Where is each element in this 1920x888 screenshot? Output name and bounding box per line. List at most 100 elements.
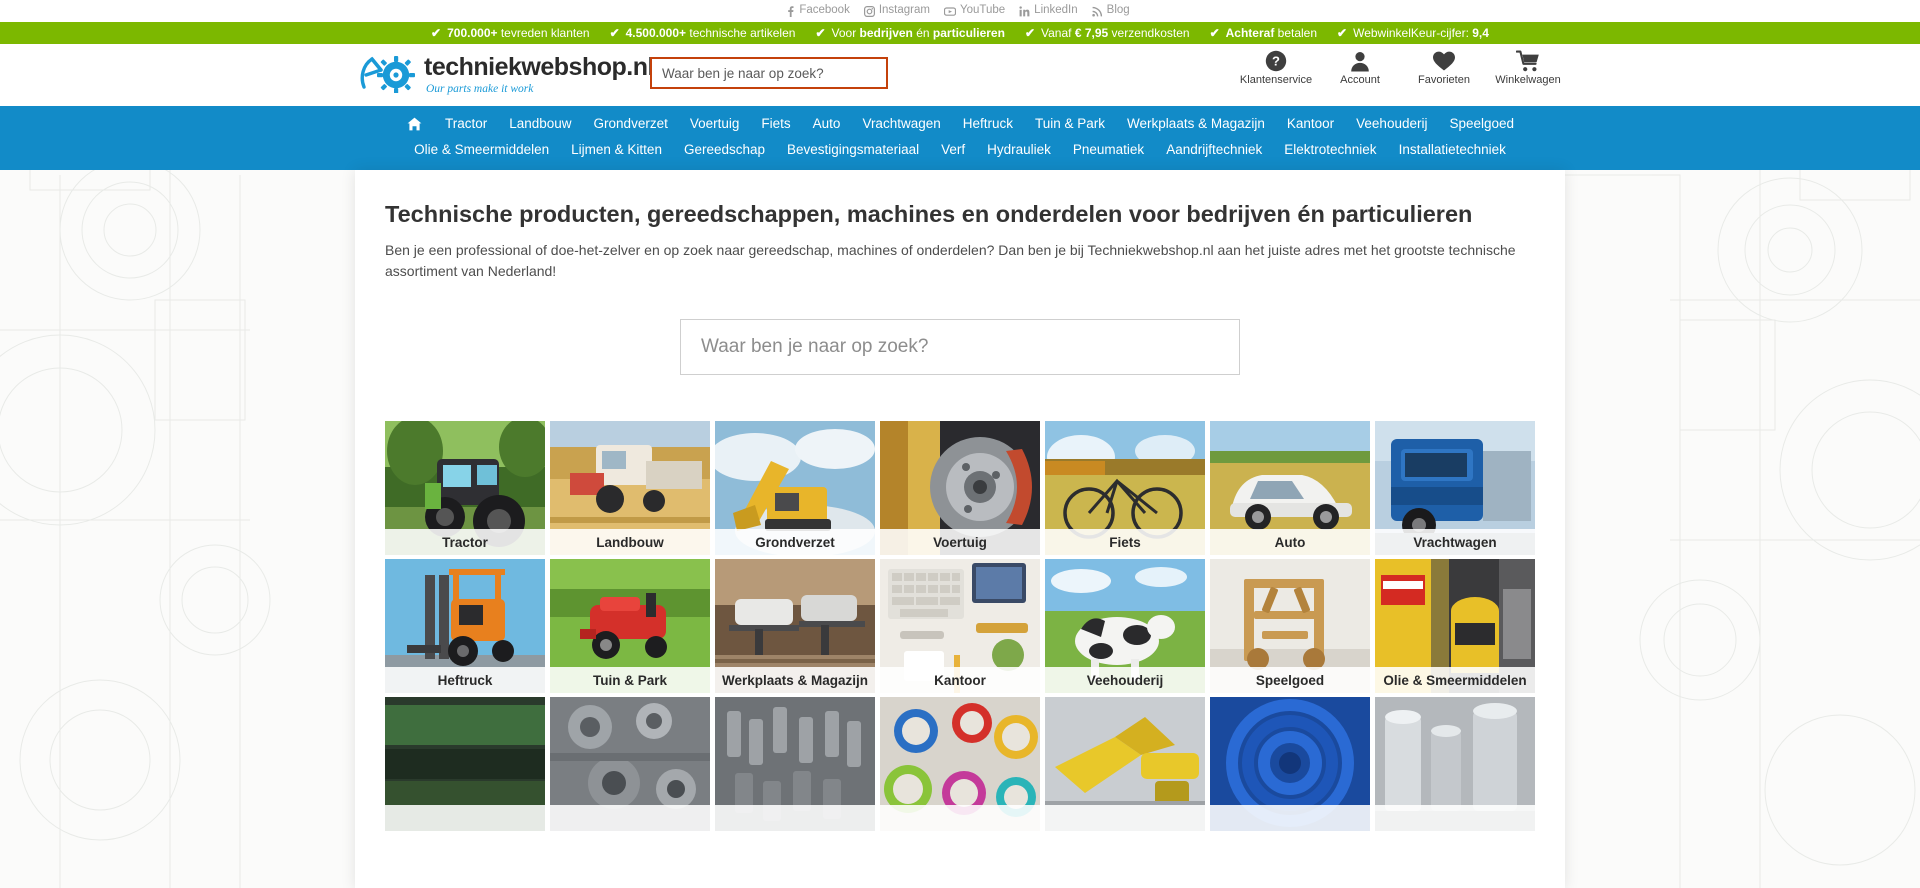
usp-item: ✔ Voor bedrijven én particulieren (815, 27, 1005, 39)
nav-row-secondary: Olie & Smeermiddelen Lijmen & Kitten Ger… (355, 137, 1565, 163)
category-tile-werkplaats-magazijn[interactable]: Werkplaats & Magazijn (715, 559, 875, 694)
category-tile-grondverzet[interactable]: Grondverzet (715, 421, 875, 556)
nav-item-aandrijftechniek[interactable]: Aandrijftechniek (1155, 137, 1273, 163)
nav-item-tractor[interactable]: Tractor (434, 111, 498, 137)
category-tile-heftruck[interactable]: Heftruck (385, 559, 545, 694)
category-tile-auto[interactable]: Auto (1210, 421, 1370, 556)
social-link-linkedin[interactable]: LinkedIn (1019, 4, 1078, 17)
nav-item-speelgoed[interactable]: Speelgoed (1438, 111, 1525, 137)
category-label (1210, 805, 1370, 832)
category-tile-vrachtwagen[interactable]: Vrachtwagen (1375, 421, 1535, 556)
nav-item-home[interactable] (395, 113, 434, 135)
usp-strong: € 7,95 (1074, 26, 1109, 40)
action-favorieten[interactable]: Favorieten (1412, 50, 1476, 86)
nav-item-heftruck[interactable]: Heftruck (952, 111, 1024, 137)
category-tile-row3-6[interactable] (1210, 697, 1370, 832)
nav-item-landbouw[interactable]: Landbouw (498, 111, 582, 137)
social-label: LinkedIn (1034, 4, 1078, 17)
category-label: Speelgoed (1210, 667, 1370, 694)
nav-item-kantoor[interactable]: Kantoor (1276, 111, 1345, 137)
social-bar: Facebook Instagram YouTube LinkedIn Blog (0, 0, 1920, 22)
category-tile-tractor[interactable]: Tractor (385, 421, 545, 556)
category-label: Vrachtwagen (1375, 529, 1535, 556)
facebook-icon (786, 5, 795, 17)
hero-search-wrap (385, 319, 1535, 376)
category-tile-row3-7[interactable] (1375, 697, 1535, 832)
category-tile-olie-smeermiddelen[interactable]: Olie & Smeermiddelen (1375, 559, 1535, 694)
nav-item-bevestigingsmateriaal[interactable]: Bevestigingsmateriaal (776, 137, 930, 163)
site-header: techniekwebshop.nl Our parts make it wor… (0, 44, 1920, 106)
category-tile-row3-2[interactable] (550, 697, 710, 832)
hero-search-box[interactable] (680, 319, 1240, 376)
hero-search-input[interactable] (701, 336, 1219, 359)
category-label: Veehouderij (1045, 667, 1205, 694)
nav-item-auto[interactable]: Auto (802, 111, 852, 137)
category-tile-landbouw[interactable]: Landbouw (550, 421, 710, 556)
usp-strong: 4.500.000+ (625, 26, 687, 40)
category-label (1375, 805, 1535, 832)
nav-item-verf[interactable]: Verf (930, 137, 976, 163)
category-tile-tuin-park[interactable]: Tuin & Park (550, 559, 710, 694)
social-label: YouTube (959, 4, 1006, 17)
category-label: Auto (1210, 529, 1370, 556)
header-search-box[interactable] (650, 57, 888, 89)
usp-mid: én (912, 26, 933, 40)
category-label (1045, 805, 1205, 832)
nav-item-voertuig[interactable]: Voertuig (679, 111, 751, 137)
nav-item-vrachtwagen[interactable]: Vrachtwagen (851, 111, 951, 137)
category-grid: Tractor Landbouw Grondverzet Voertuig Fi… (385, 421, 1535, 832)
social-link-instagram[interactable]: Instagram (863, 5, 930, 17)
usp-pre: WebwinkelKeur-cijfer: (1353, 26, 1473, 40)
nav-item-pneumatiek[interactable]: Pneumatiek (1062, 137, 1155, 163)
check-icon: ✔ (1024, 26, 1035, 40)
category-label: Voertuig (880, 529, 1040, 556)
social-link-youtube[interactable]: YouTube (943, 4, 1006, 17)
usp-item: ✔ Vanaf € 7,95 verzendkosten (1025, 27, 1190, 39)
user-icon (1349, 50, 1371, 72)
usp-rest: verzendkosten (1108, 26, 1190, 40)
action-winkelwagen[interactable]: Winkelwagen (1495, 50, 1561, 86)
category-tile-row3-4[interactable] (880, 697, 1040, 832)
action-account[interactable]: Account (1328, 50, 1392, 86)
site-logo[interactable]: techniekwebshop.nl Our parts make it wor… (360, 53, 654, 98)
nav-item-tuin-park[interactable]: Tuin & Park (1024, 111, 1116, 137)
nav-item-grondverzet[interactable]: Grondverzet (583, 111, 679, 137)
category-tile-row3-3[interactable] (715, 697, 875, 832)
category-tile-veehouderij[interactable]: Veehouderij (1045, 559, 1205, 694)
category-label (880, 805, 1040, 832)
action-klantenservice[interactable]: ? Klantenservice (1240, 50, 1312, 86)
header-actions: ? Klantenservice Account Favorieten Wink… (1240, 50, 1561, 86)
nav-item-lijmen-kitten[interactable]: Lijmen & Kitten (560, 137, 673, 163)
question-circle-icon: ? (1265, 50, 1287, 72)
category-tile-fiets[interactable]: Fiets (1045, 421, 1205, 556)
category-tile-row3-5[interactable] (1045, 697, 1205, 832)
category-tile-speelgoed[interactable]: Speelgoed (1210, 559, 1370, 694)
header-search-input[interactable] (662, 65, 876, 81)
nav-item-elektrotechniek[interactable]: Elektrotechniek (1273, 137, 1387, 163)
logo-name: techniekwebshop.nl (424, 53, 654, 81)
usp-rest: technische artikelen (686, 26, 796, 40)
usp-item: ✔ Achteraf betalen (1210, 27, 1317, 39)
category-tile-kantoor[interactable]: Kantoor (880, 559, 1040, 694)
nav-item-olie-smeermiddelen[interactable]: Olie & Smeermiddelen (403, 137, 560, 163)
usp-strong: 700.000+ (447, 26, 498, 40)
nav-item-werkplaats-magazijn[interactable]: Werkplaats & Magazijn (1116, 111, 1276, 137)
nav-item-fiets[interactable]: Fiets (750, 111, 801, 137)
category-tile-voertuig[interactable]: Voertuig (880, 421, 1040, 556)
usp-pre: Voor (831, 26, 860, 40)
usp-pre: Vanaf (1041, 26, 1075, 40)
social-link-blog[interactable]: Blog (1091, 5, 1130, 17)
usp-strong: 9,4 (1472, 26, 1489, 40)
nav-item-veehouderij[interactable]: Veehouderij (1345, 111, 1438, 137)
category-tile-row3-1[interactable] (385, 697, 545, 832)
nav-item-installatietechniek[interactable]: Installatietechniek (1388, 137, 1517, 163)
category-label: Kantoor (880, 667, 1040, 694)
rss-icon (1091, 6, 1103, 17)
nav-item-gereedschap[interactable]: Gereedschap (673, 137, 776, 163)
nav-item-hydrauliek[interactable]: Hydrauliek (976, 137, 1062, 163)
category-label: Werkplaats & Magazijn (715, 667, 875, 694)
youtube-icon (943, 6, 956, 17)
social-link-facebook[interactable]: Facebook (786, 5, 850, 17)
main-navigation: Tractor Landbouw Grondverzet Voertuig Fi… (0, 106, 1920, 171)
category-label: Heftruck (385, 667, 545, 694)
